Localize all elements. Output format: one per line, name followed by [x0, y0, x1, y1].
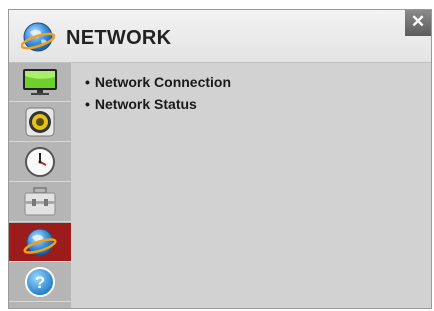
network-menu: • Network Connection • Network Status — [85, 73, 231, 117]
sidebar-item-option[interactable] — [9, 183, 71, 222]
menu-item-label: Network Status — [94, 96, 197, 112]
network-settings-panel: NETWORK ✕ ? • Network Connection • Netwo… — [8, 9, 432, 309]
svg-text:?: ? — [35, 273, 45, 292]
page-title: NETWORK — [66, 27, 172, 49]
tv-icon — [23, 69, 57, 95]
clock-icon — [25, 147, 55, 177]
sidebar-item-time[interactable] — [9, 143, 71, 182]
speaker-icon — [25, 107, 55, 137]
sidebar: ? — [9, 63, 71, 308]
sidebar-item-picture[interactable] — [9, 63, 71, 102]
bullet: • — [85, 74, 90, 90]
toolbox-icon — [24, 187, 56, 216]
globe-icon — [21, 22, 55, 52]
close-button[interactable]: ✕ — [405, 10, 431, 36]
help-icon: ? — [25, 267, 55, 297]
sidebar-item-network[interactable] — [9, 223, 71, 262]
menu-item-label: Network Connection — [94, 74, 232, 90]
globe-icon — [23, 228, 57, 256]
bullet: • — [85, 96, 90, 112]
header-bar: NETWORK ✕ — [9, 10, 431, 63]
menu-item-network-status[interactable]: • Network Status — [85, 95, 231, 117]
sidebar-item-audio[interactable] — [9, 103, 71, 142]
menu-item-network-connection[interactable]: • Network Connection — [85, 73, 231, 95]
sidebar-item-support[interactable]: ? — [9, 263, 71, 302]
close-icon: ✕ — [410, 12, 426, 31]
